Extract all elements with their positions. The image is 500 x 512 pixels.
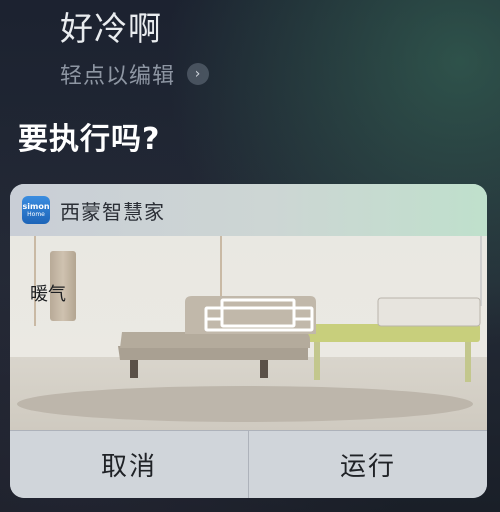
shortcut-card: simon Home 西蒙智慧家 暖气 取消 运行 (10, 184, 487, 498)
cancel-button[interactable]: 取消 (10, 431, 248, 498)
edit-hint-label: 轻点以编辑 (60, 64, 176, 89)
app-icon-text-top: simon (22, 201, 50, 211)
heater-tile-label: 暖气 (30, 284, 66, 305)
app-name: 西蒙智慧家 (60, 199, 165, 224)
sofa (120, 332, 310, 348)
confirmation-question: 要执行吗? (18, 122, 161, 157)
simon-home-app-icon: simon Home (22, 196, 50, 224)
tap-to-edit[interactable]: 轻点以编辑 › (60, 58, 210, 90)
scene-image: 暖气 (10, 236, 487, 431)
speaker (377, 297, 481, 327)
rug (17, 386, 473, 422)
chevron-right-icon: › (187, 63, 210, 85)
coffee-table (305, 324, 480, 342)
siri-utterance: 好冷啊 (60, 9, 162, 48)
run-button[interactable]: 运行 (248, 431, 487, 498)
living-room-scene (17, 296, 481, 422)
app-icon-text-bottom: Home (27, 210, 45, 218)
card-actions: 取消 运行 (10, 430, 487, 498)
card-header: simon Home 西蒙智慧家 (10, 184, 487, 236)
